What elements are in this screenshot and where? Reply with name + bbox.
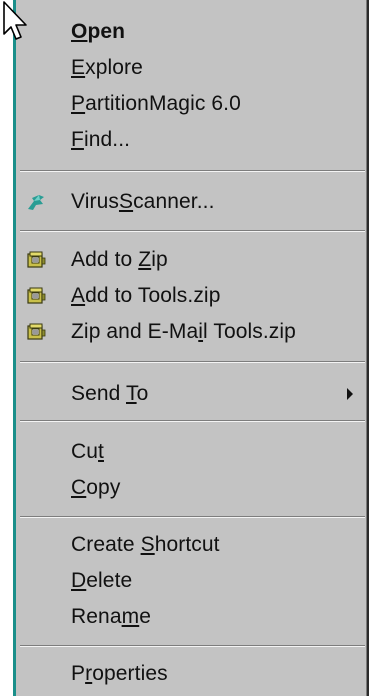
menu-item-cut[interactable]: Cut [16,434,365,470]
menu-separator [20,361,365,363]
menu-item-virusscanner[interactable]: VirusScanner... [16,184,365,220]
menu-item-copy[interactable]: Copy [16,470,365,506]
menu-item-partitionmagic[interactable]: PartitionMagic 6.0 [16,86,365,122]
winzip-icon [27,287,46,304]
menu-item-rename[interactable]: Rename [16,599,365,635]
menu-item-label: Send To [71,382,149,405]
menu-separator [20,420,365,422]
context-menu: Open Explore PartitionMagic 6.0 Find... … [16,0,369,696]
menu-separator [20,645,365,647]
menu-item-label: Add to Tools.zip [71,284,221,307]
menu-item-label: Add to Zip [71,248,168,271]
winzip-icon [27,251,46,268]
menu-item-properties[interactable]: Properties [16,656,365,692]
menu-separator [20,170,365,172]
menu-item-label: Explore [71,56,143,79]
menu-item-label: Zip and E-Mail Tools.zip [71,320,296,343]
menu-item-label: Find... [71,128,131,151]
menu-item-label: Properties [71,662,168,685]
desktop-edge [0,0,16,696]
menu-item-label: Copy [71,476,121,499]
menu-item-add-to-tools-zip[interactable]: Add to Tools.zip [16,278,365,314]
menu-item-explore[interactable]: Explore [16,50,365,86]
menu-item-label: VirusScanner... [71,190,215,213]
menu-item-label: Delete [71,569,133,592]
menu-item-send-to[interactable]: Send To [16,376,365,412]
menu-item-create-shortcut[interactable]: Create Shortcut [16,527,365,563]
menu-separator [20,516,365,518]
submenu-arrow-icon [347,388,353,400]
menu-item-label: PartitionMagic 6.0 [71,92,241,115]
menu-item-label: Rename [71,605,151,628]
mouse-pointer-icon [3,1,27,40]
menu-separator [20,230,365,232]
menu-item-zip-and-email[interactable]: Zip and E-Mail Tools.zip [16,314,365,350]
menu-item-delete[interactable]: Delete [16,563,365,599]
menu-item-find[interactable]: Find... [16,122,365,158]
winzip-icon [27,323,46,340]
menu-item-add-to-zip[interactable]: Add to Zip [16,242,365,278]
menu-item-label: Open [71,20,126,43]
menu-item-label: Create Shortcut [71,533,220,556]
menu-item-open[interactable]: Open [16,14,365,50]
menu-item-label: Cut [71,440,104,463]
virus-scanner-icon [28,195,44,210]
